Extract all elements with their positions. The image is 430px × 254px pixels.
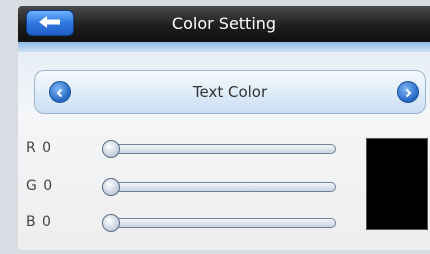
slider-track (102, 144, 336, 154)
slider-track (102, 218, 336, 228)
header-divider (18, 42, 430, 52)
blue-slider[interactable] (102, 214, 336, 232)
red-label: R 0 (26, 140, 53, 156)
green-label: G 0 (26, 178, 54, 194)
slider-thumb[interactable] (102, 214, 120, 232)
title-bar: Color Setting (18, 6, 430, 42)
green-slider[interactable] (102, 178, 336, 196)
color-preview-swatch (366, 138, 428, 230)
slider-thumb[interactable] (102, 140, 120, 158)
color-target-selector: Text Color (34, 70, 426, 114)
page-title: Color Setting (171, 14, 277, 33)
next-button[interactable] (397, 81, 419, 103)
color-setting-screen: Color Setting Text Color R 0 G 0 B 0 (18, 6, 430, 250)
blue-label: B 0 (26, 214, 52, 230)
selector-label: Text Color (192, 83, 268, 101)
red-slider[interactable] (102, 140, 336, 158)
slider-thumb[interactable] (102, 178, 120, 196)
settings-panel: Text Color R 0 G 0 B 0 (18, 52, 430, 250)
slider-track (102, 182, 336, 192)
chevron-right-icon (403, 83, 413, 102)
